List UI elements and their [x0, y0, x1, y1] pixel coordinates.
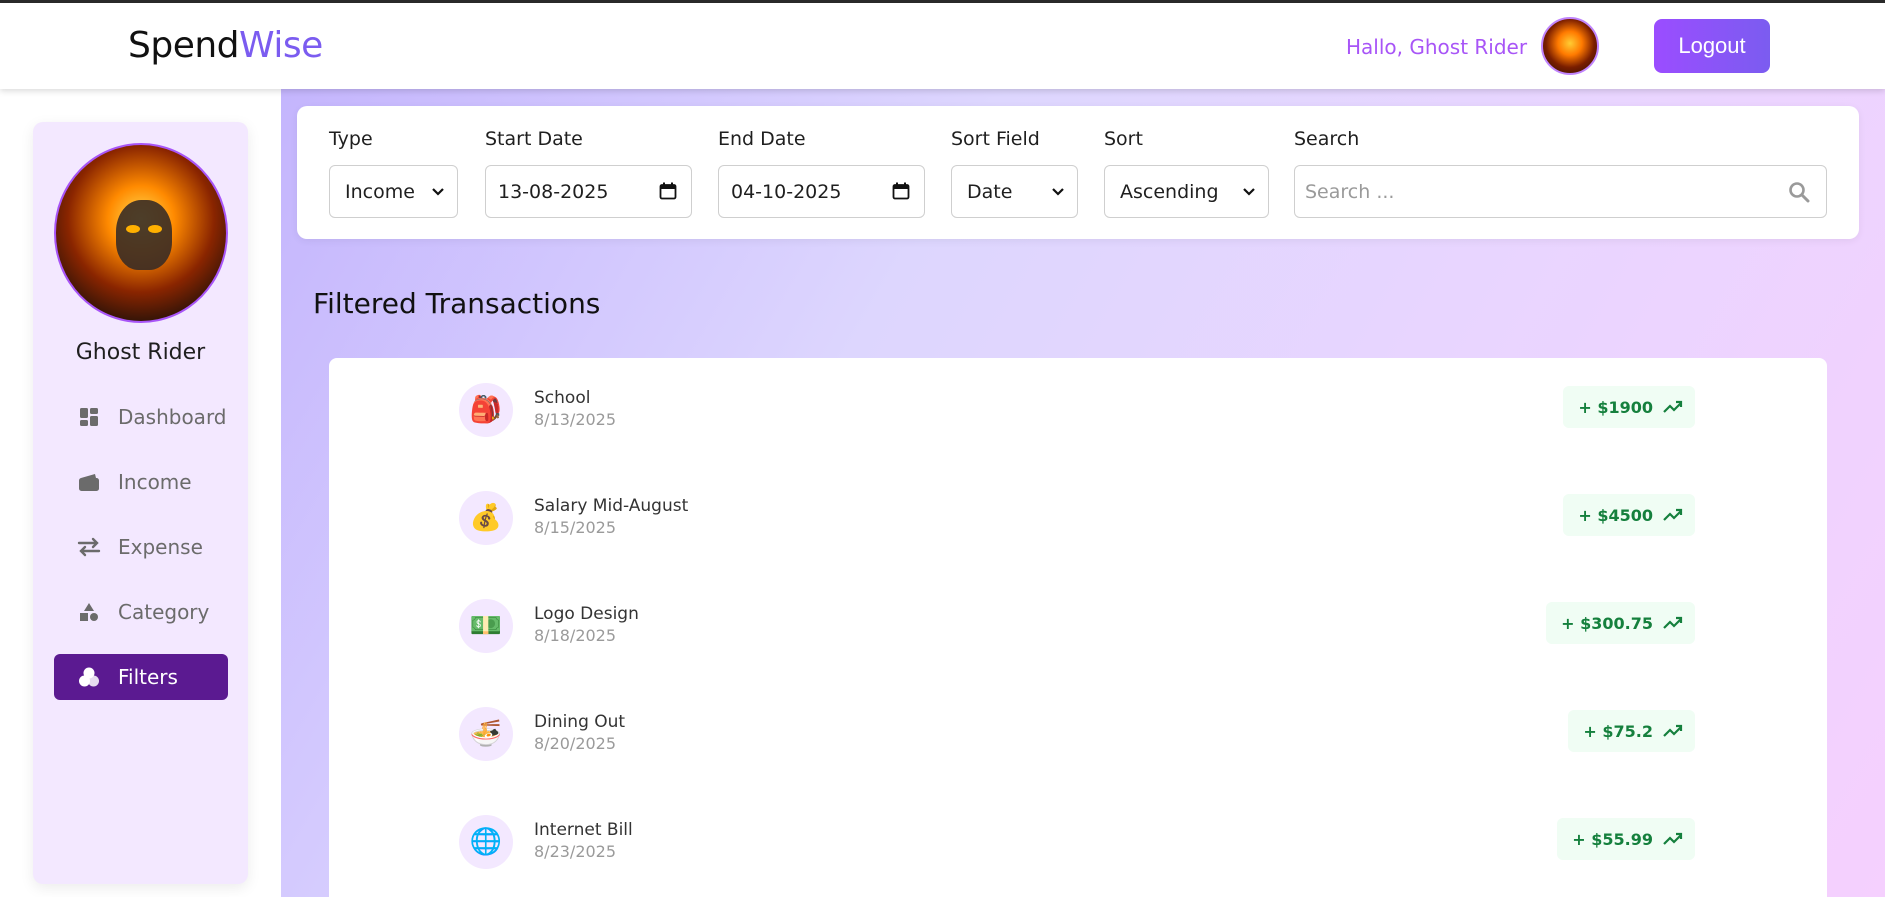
calendar-icon[interactable] — [892, 182, 910, 205]
sort-label: Sort — [1104, 128, 1143, 150]
sidebar-item-label: Filters — [118, 665, 178, 689]
transaction-amount-badge: + $55.99 — [1557, 818, 1695, 860]
type-select[interactable]: Income — [329, 165, 458, 218]
trending-up-icon — [1663, 724, 1683, 737]
sidebar-item-income[interactable]: Income — [54, 459, 228, 505]
user-greeting: Hallo, Ghost Rider — [1346, 35, 1528, 59]
sidebar-item-label: Income — [118, 470, 192, 494]
logout-button[interactable]: Logout — [1654, 19, 1770, 73]
profile-name: Ghost Rider — [75, 340, 206, 365]
transaction-name: School — [534, 388, 591, 408]
transaction-date: 8/15/2025 — [534, 518, 617, 537]
trending-up-icon — [1663, 616, 1683, 629]
search-label: Search — [1294, 128, 1360, 150]
transaction-date: 8/20/2025 — [534, 734, 617, 753]
transactions-list: 🎒 School 8/13/2025 + $1900 💰 Salary Mid-… — [329, 358, 1827, 897]
start-date-value: 13-08-2025 — [498, 180, 609, 203]
trending-up-icon — [1663, 508, 1683, 521]
sidebar-item-expense[interactable]: Expense — [54, 524, 228, 570]
start-date-label: Start Date — [485, 128, 583, 150]
transaction-date: 8/23/2025 — [534, 842, 617, 861]
transaction-amount: + $4500 — [1578, 505, 1653, 525]
transaction-amount: + $75.2 — [1583, 721, 1653, 741]
transaction-amount-badge: + $1900 — [1563, 386, 1695, 428]
chevron-down-icon — [1242, 183, 1256, 206]
transaction-amount-badge: + $4500 — [1563, 494, 1695, 536]
transaction-row[interactable]: 🌐 Internet Bill 8/23/2025 + $55.99 — [329, 790, 1827, 897]
transaction-amount: + $1900 — [1578, 397, 1653, 417]
dollar-banknote-icon: 💵 — [459, 599, 513, 653]
avatar-eye-right — [148, 225, 162, 233]
transaction-amount: + $55.99 — [1572, 829, 1653, 849]
transaction-row[interactable]: 💵 Logo Design 8/18/2025 + $300.75 — [329, 574, 1827, 682]
transaction-row[interactable]: 💰 Salary Mid-August 8/15/2025 + $4500 — [329, 466, 1827, 574]
filter-bar: Type Income Start Date 13-08-2025 End Da… — [297, 106, 1859, 239]
start-date-input[interactable]: 13-08-2025 — [485, 165, 692, 218]
type-label: Type — [329, 128, 373, 150]
end-date-label: End Date — [718, 128, 806, 150]
header-avatar[interactable] — [1541, 17, 1599, 75]
logo-text-spend: Spend — [128, 25, 240, 66]
type-select-value: Income — [345, 180, 415, 203]
transaction-amount-badge: + $300.75 — [1546, 602, 1695, 644]
top-navbar: SpendWise Hallo, Ghost Rider Logout — [0, 3, 1885, 89]
page-title: Filtered Transactions — [313, 287, 601, 320]
filter-icon — [76, 664, 102, 690]
transaction-amount: + $300.75 — [1561, 613, 1653, 633]
chevron-down-icon — [431, 183, 445, 206]
shapes-icon — [76, 599, 102, 625]
sidebar-item-label: Category — [118, 600, 210, 624]
sort-order-value: Ascending — [1120, 180, 1219, 203]
avatar-skull — [116, 200, 172, 270]
noodle-bowl-icon: 🍜 — [459, 707, 513, 761]
sort-field-select[interactable]: Date — [951, 165, 1078, 218]
sort-field-value: Date — [967, 180, 1013, 203]
swap-arrows-icon — [76, 534, 102, 560]
transaction-row[interactable]: 🍜 Dining Out 8/20/2025 + $75.2 — [329, 682, 1827, 790]
search-placeholder: Search ... — [1305, 180, 1395, 203]
chevron-down-icon — [1051, 183, 1065, 206]
profile-avatar — [54, 143, 228, 323]
avatar-eye-left — [126, 225, 140, 233]
transaction-name: Salary Mid-August — [534, 496, 689, 516]
search-icon[interactable] — [1788, 181, 1810, 208]
transaction-date: 8/18/2025 — [534, 626, 617, 645]
dashboard-icon — [76, 404, 102, 430]
app-logo[interactable]: SpendWise — [128, 25, 323, 66]
school-bag-icon: 🎒 — [459, 383, 513, 437]
sidebar-item-label: Dashboard — [118, 405, 227, 429]
sort-order-select[interactable]: Ascending — [1104, 165, 1269, 218]
sidebar-item-dashboard[interactable]: Dashboard — [54, 394, 228, 440]
transaction-row[interactable]: 🎒 School 8/13/2025 + $1900 — [329, 358, 1827, 466]
search-input[interactable]: Search ... — [1294, 165, 1827, 218]
sidebar-item-filters[interactable]: Filters — [54, 654, 228, 700]
trending-up-icon — [1663, 400, 1683, 413]
transaction-name: Logo Design — [534, 604, 639, 624]
sort-field-label: Sort Field — [951, 128, 1040, 150]
sidebar: Ghost Rider Dashboard Income Expense Cat… — [33, 122, 248, 884]
transaction-name: Internet Bill — [534, 820, 633, 840]
end-date-value: 04-10-2025 — [731, 180, 842, 203]
calendar-icon[interactable] — [659, 182, 677, 205]
trending-up-icon — [1663, 832, 1683, 845]
sidebar-item-category[interactable]: Category — [54, 589, 228, 635]
transaction-amount-badge: + $75.2 — [1568, 710, 1695, 752]
transaction-name: Dining Out — [534, 712, 626, 732]
wallet-icon — [76, 469, 102, 495]
money-bag-icon: 💰 — [459, 491, 513, 545]
sidebar-item-label: Expense — [118, 535, 203, 559]
end-date-input[interactable]: 04-10-2025 — [718, 165, 925, 218]
transaction-date: 8/13/2025 — [534, 410, 617, 429]
logo-text-wise: Wise — [239, 25, 323, 66]
globe-icon: 🌐 — [459, 815, 513, 869]
